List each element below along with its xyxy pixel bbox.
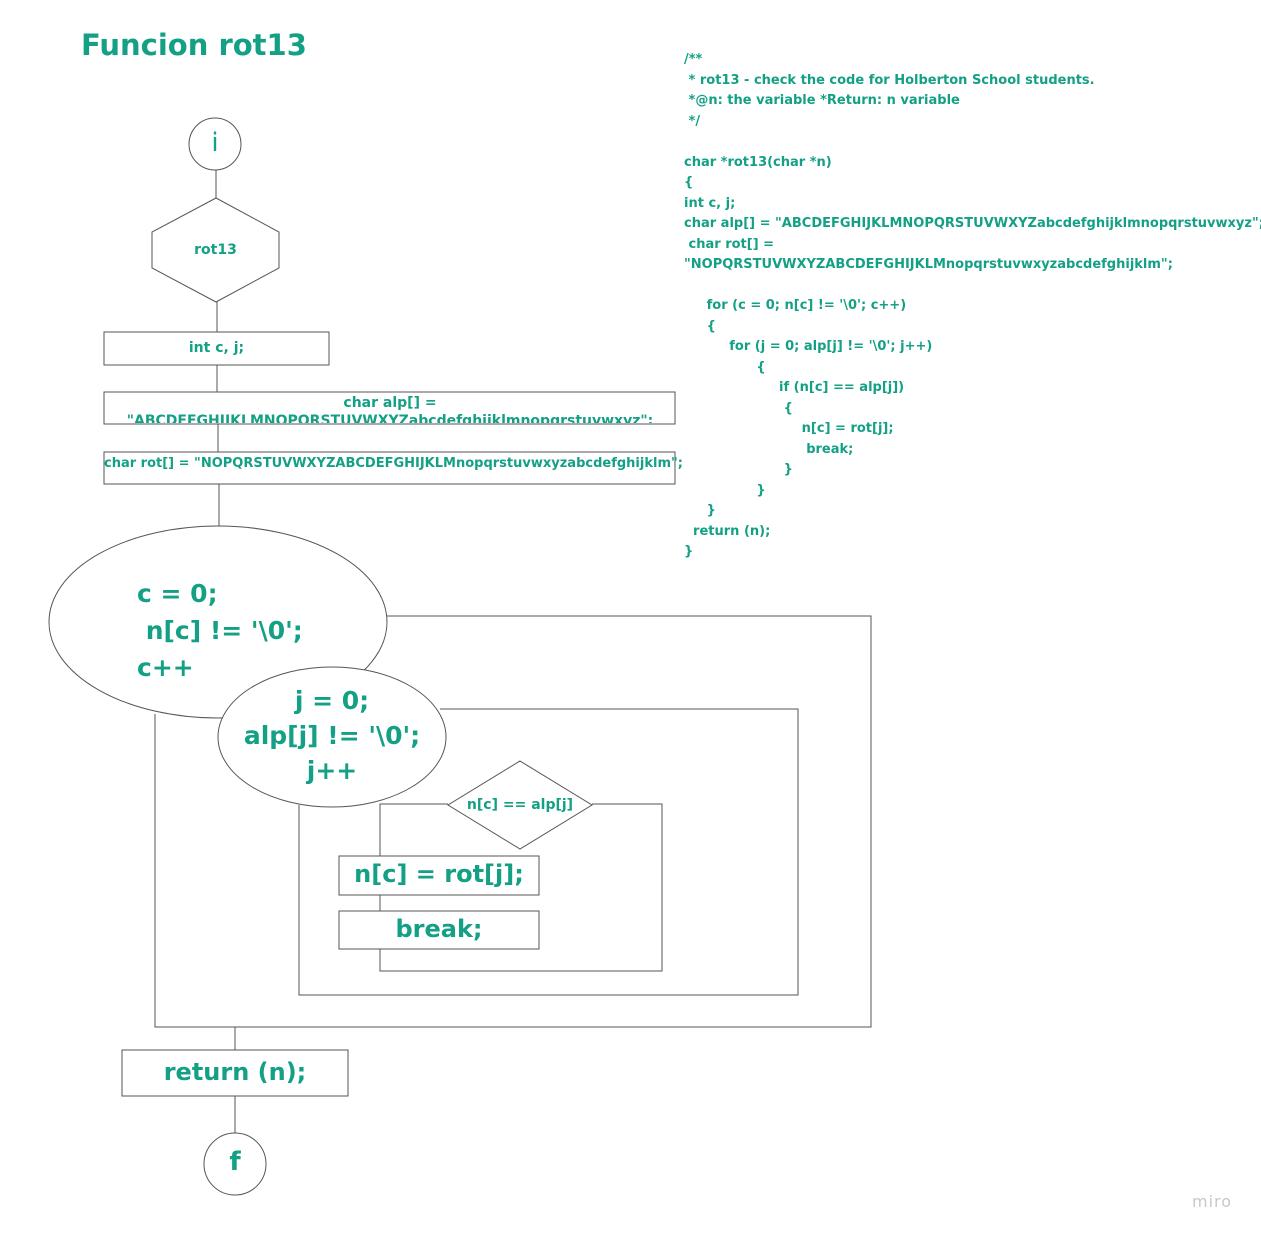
code-line: "NOPQRSTUVWXYZABCDEFGHIJKLMnopqrstuvwxyz…	[684, 257, 1173, 272]
inner-loop-cond: alp[j] != '\0';	[243, 721, 421, 750]
code-listing: /** * rot13 - check the code for Holbert…	[684, 50, 1261, 563]
code-line: {	[684, 318, 716, 334]
assign-label: n[c] = rot[j];	[354, 860, 524, 888]
code-line: return (n);	[684, 523, 771, 539]
alp-text-clip: char alp[] = "ABCDEFGHIJKLMNOPQRSTUVWXYZ…	[105, 393, 675, 423]
code-line: char alp[] = "ABCDEFGHIJKLMNOPQRSTUVWXYZ…	[684, 216, 1261, 231]
break-label: break;	[395, 915, 483, 943]
alp-label-line2: "ABCDEFGHIJKLMNOPQRSTUVWXYZabcdefghijklm…	[126, 413, 654, 423]
end-label: f	[229, 1147, 241, 1177]
code-line: */	[684, 113, 701, 129]
miro-watermark: miro	[1192, 1192, 1233, 1211]
code-line: }	[684, 462, 793, 477]
code-line: /**	[684, 52, 703, 67]
code-line: {	[684, 359, 766, 375]
inner-loop-inc: j++	[306, 756, 358, 785]
outer-loop-cond: n[c] != '\0';	[137, 616, 303, 645]
outer-loop-inc: c++	[137, 653, 194, 682]
code-line: char rot[] =	[684, 236, 775, 252]
code-line: }	[684, 482, 766, 498]
outer-loop-init: c = 0;	[137, 579, 218, 608]
function-label: rot13	[194, 242, 237, 258]
code-line: n[c] = rot[j];	[684, 421, 894, 436]
code-line: * rot13 - check the code for Holberton S…	[684, 72, 1095, 88]
code-line: *@n: the variable *Return: n variable	[684, 93, 960, 108]
code-line: for (j = 0; alp[j] != '\0'; j++)	[684, 339, 933, 354]
rot-decl-label: char rot[] = "NOPQRSTUVWXYZABCDEFGHIJKLM…	[104, 456, 683, 471]
return-label: return (n);	[163, 1058, 307, 1086]
code-line: int c, j;	[684, 195, 736, 211]
declare-vars-label: int c, j;	[188, 340, 245, 356]
code-line: if (n[c] == alp[j])	[684, 380, 905, 395]
code-line: }	[684, 544, 694, 559]
decision-label: n[c] == alp[j]	[466, 797, 574, 813]
code-line: {	[684, 400, 793, 416]
inner-loop-init: j = 0;	[294, 686, 370, 715]
code-line: for (c = 0; n[c] != '\0'; c++)	[684, 298, 907, 313]
start-label: i	[211, 128, 219, 158]
alp-label-line1: char alp[] =	[343, 395, 437, 411]
code-line: }	[684, 503, 716, 518]
code-line: char *rot13(char *n)	[684, 154, 832, 170]
code-line: {	[684, 175, 694, 190]
code-line: break;	[684, 441, 854, 457]
